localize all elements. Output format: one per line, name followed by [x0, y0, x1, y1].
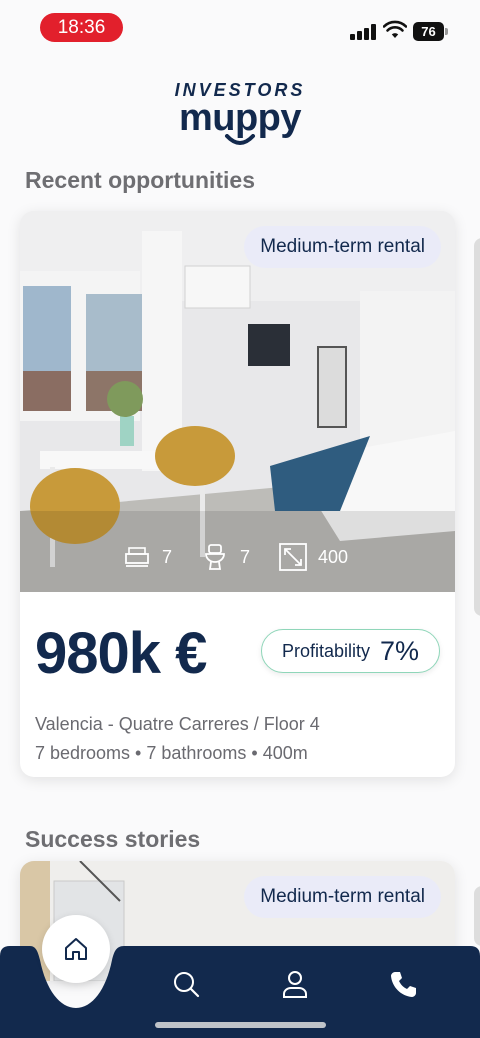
- search-icon[interactable]: [171, 969, 201, 999]
- success-rental-type-tag: Medium-term rental: [244, 876, 441, 918]
- property-location: Valencia - Quatre Carreres / Floor 4: [35, 714, 320, 734]
- rental-type-tag: Medium-term rental: [244, 226, 441, 268]
- status-time: 18:36: [40, 13, 123, 42]
- bed-icon: [125, 547, 149, 567]
- next-card-peek[interactable]: [474, 238, 480, 616]
- logo-main-text: muppy: [178, 97, 302, 139]
- next-story-peek[interactable]: [474, 886, 480, 946]
- home-indicator: [155, 1022, 326, 1028]
- home-icon: [65, 938, 87, 960]
- section-title-success: Success stories: [25, 826, 201, 852]
- user-icon[interactable]: [280, 969, 310, 999]
- status-bar: 18:36 76: [0, 0, 480, 56]
- property-photo: Medium-term rental 7 7 400: [20, 211, 455, 592]
- property-specs: 7 7 400: [122, 542, 376, 572]
- cellular-signal-icon: [350, 24, 376, 40]
- battery-level: 76: [413, 22, 444, 41]
- opportunity-card[interactable]: Medium-term rental 7 7 400 980k € Profit…: [20, 211, 455, 777]
- property-price: 980k €: [35, 621, 207, 686]
- profitability-badge: Profitability 7%: [260, 629, 440, 673]
- profitability-label: Profitability: [281, 640, 370, 661]
- property-photo-image: [20, 211, 455, 592]
- bathrooms-count: 7: [240, 546, 251, 567]
- wifi-icon: [383, 20, 407, 38]
- property-details: 7 bedrooms • 7 bathrooms • 400m: [35, 743, 308, 763]
- battery-icon: 76: [413, 22, 448, 41]
- area-value: 400: [318, 546, 349, 567]
- toilet-icon: [205, 544, 225, 570]
- phone-icon[interactable]: [389, 969, 419, 999]
- profitability-value: 7%: [379, 635, 419, 666]
- app-logo: INVESTORS muppy: [0, 80, 480, 146]
- area-icon: [279, 543, 307, 571]
- section-title-recent: Recent opportunities: [25, 167, 256, 193]
- bedrooms-count: 7: [162, 546, 173, 567]
- nav-home-button[interactable]: [42, 915, 110, 983]
